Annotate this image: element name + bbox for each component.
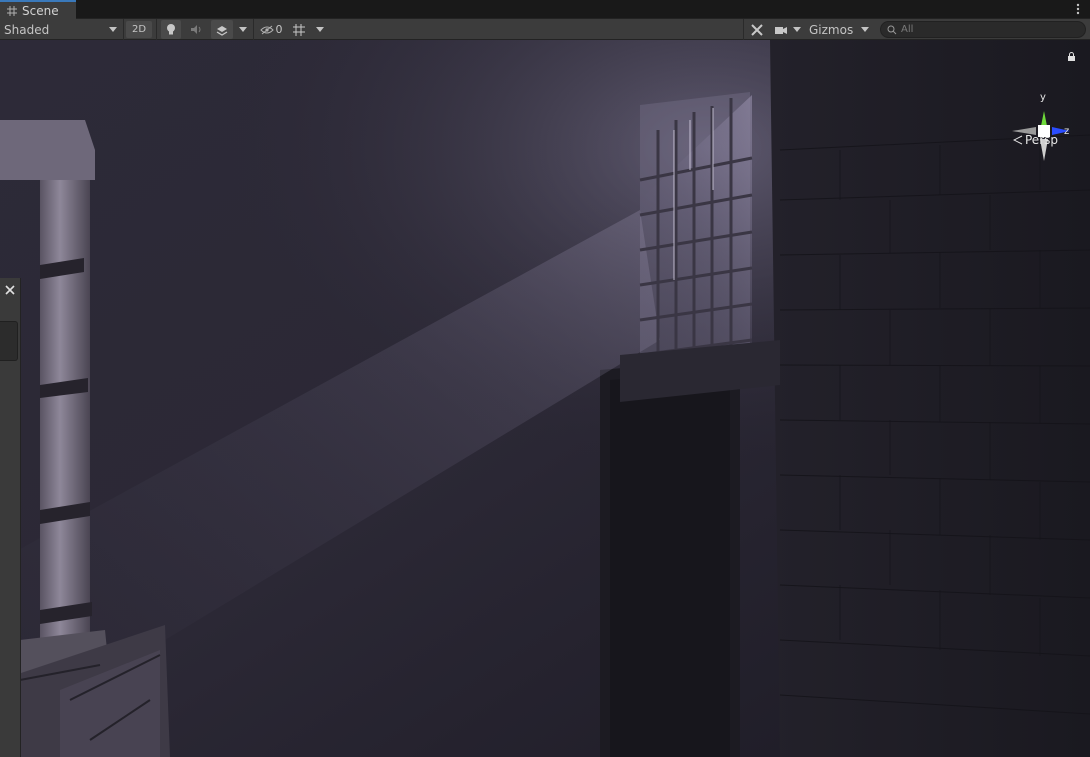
search-icon: [887, 25, 897, 34]
gizmos-dropdown[interactable]: [857, 20, 873, 39]
orientation-gizmo[interactable]: y z: [1006, 87, 1082, 167]
effects-dropdown[interactable]: [235, 20, 251, 39]
projection-label: Persp: [1025, 133, 1058, 147]
tab-label: Scene: [22, 3, 59, 18]
lighting-toggle[interactable]: [161, 20, 181, 39]
audio-toggle[interactable]: [186, 20, 206, 39]
draw-mode-dropdown[interactable]: Shaded: [0, 20, 122, 39]
lock-icon[interactable]: [1067, 52, 1076, 61]
overlay-field[interactable]: [0, 321, 18, 361]
gizmos-label: Gizmos: [809, 22, 854, 37]
perspective-icon: [1013, 135, 1023, 145]
search-field[interactable]: [880, 21, 1086, 38]
draw-mode-label: Shaded: [4, 22, 50, 37]
camera-dropdown[interactable]: [790, 20, 803, 39]
lightbulb-icon: [167, 24, 175, 35]
divider: [156, 19, 157, 40]
grid-snap-icon: [293, 23, 305, 36]
divider: [123, 19, 124, 40]
search-input[interactable]: [901, 24, 1071, 35]
chevron-down-icon: [109, 27, 117, 32]
scene-visibility-toggle[interactable]: 0: [256, 20, 286, 39]
effects-layers-icon: [216, 25, 228, 36]
grid-icon: [7, 5, 17, 16]
tab-scene[interactable]: Scene: [0, 0, 76, 19]
camera-settings-button[interactable]: [772, 20, 790, 39]
speaker-icon: [190, 25, 200, 34]
z-axis-label: z: [1064, 126, 1069, 137]
tools-icon: [751, 23, 763, 36]
chevron-down-icon: [861, 27, 869, 32]
close-icon[interactable]: [1, 281, 19, 299]
toggle-2d-button[interactable]: 2D: [126, 21, 152, 38]
chevron-down-icon: [316, 27, 324, 32]
chevron-down-icon: [792, 27, 801, 32]
grid-toggle[interactable]: [289, 20, 309, 39]
camera-icon: [775, 26, 787, 34]
scene-viewport[interactable]: y z Persp: [0, 40, 1090, 757]
tools-button[interactable]: [747, 20, 767, 39]
effects-toggle[interactable]: [211, 20, 233, 39]
divider: [743, 19, 744, 40]
hidden-eye-icon: [259, 25, 274, 34]
gizmos-button[interactable]: Gizmos: [805, 20, 857, 39]
tab-bar: Scene: [0, 0, 1090, 19]
scene-toolbar: Shaded 2D 0 Gizmos All: [0, 19, 1090, 40]
y-axis-label: y: [1040, 92, 1046, 103]
hidden-count: 0: [275, 23, 283, 36]
more-options-icon[interactable]: [1074, 2, 1082, 16]
scene-render: [0, 40, 1090, 757]
chevron-down-icon: [239, 27, 247, 32]
divider: [253, 19, 254, 40]
projection-toggle[interactable]: Persp: [1013, 133, 1058, 147]
grid-dropdown[interactable]: [312, 20, 328, 39]
